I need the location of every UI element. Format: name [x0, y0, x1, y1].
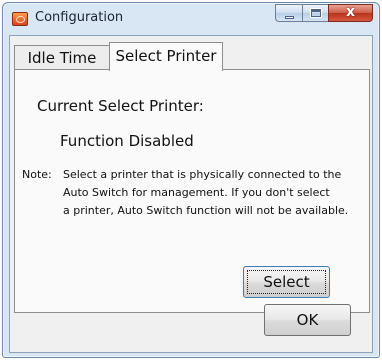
close-icon: x: [345, 4, 356, 20]
window-title: Configuration: [35, 10, 124, 25]
select-button-label: Select: [263, 273, 310, 291]
note-prefix: Note:: [22, 168, 52, 181]
note-line: a printer, Auto Switch function will not…: [63, 204, 349, 217]
note-line: Auto Switch for management. If you don't…: [63, 186, 330, 199]
configuration-app-icon: [12, 12, 28, 26]
minimize-icon: [285, 16, 294, 19]
close-button[interactable]: x: [328, 4, 373, 22]
dialog-client-area: Idle Time Select Printer Current Select …: [9, 35, 373, 353]
maximize-button[interactable]: [302, 4, 328, 22]
tab-idle-time[interactable]: Idle Time: [14, 45, 110, 70]
ok-button[interactable]: OK: [264, 304, 351, 336]
printer-status-text: Function Disabled: [60, 132, 194, 150]
title-bar[interactable]: Configuration x: [3, 3, 379, 35]
maximize-icon: [310, 8, 322, 18]
current-printer-label: Current Select Printer:: [37, 97, 204, 115]
select-printer-panel: Current Select Printer: Function Disable…: [14, 69, 370, 313]
note-line: Select a printer that is physically conn…: [63, 168, 342, 181]
configuration-window: Configuration x Idle Time Select Printer…: [2, 2, 380, 358]
minimize-button[interactable]: [275, 4, 302, 22]
tab-select-printer[interactable]: Select Printer: [109, 42, 223, 71]
select-button[interactable]: Select: [243, 266, 330, 298]
